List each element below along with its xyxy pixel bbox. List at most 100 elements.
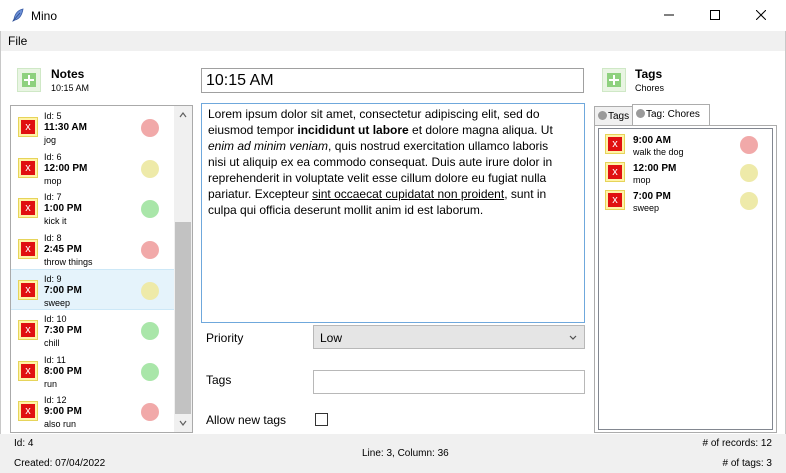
- delete-icon: x: [21, 120, 35, 134]
- note-text: also run: [44, 419, 77, 430]
- note-id: Id: 7: [44, 192, 62, 203]
- delete-note-button[interactable]: x: [605, 134, 625, 154]
- plus-icon: [22, 73, 36, 87]
- add-tag-button[interactable]: [602, 68, 626, 92]
- tag-note-time: 9:00 AM: [633, 135, 671, 146]
- chevron-down-icon: [569, 335, 577, 340]
- delete-icon: x: [21, 404, 35, 419]
- note-list-item[interactable]: x Id: 9 7:00 PM sweep: [11, 269, 174, 311]
- delete-note-button[interactable]: x: [605, 162, 625, 182]
- note-text: kick it: [44, 216, 67, 227]
- note-list-item[interactable]: x Id: 7 1:00 PM kick it: [11, 188, 174, 229]
- tag-note-item[interactable]: x 7:00 PM sweep: [599, 186, 772, 214]
- note-id: Id: 12: [44, 395, 67, 406]
- delete-note-button[interactable]: x: [18, 280, 38, 301]
- note-id: Id: 8: [44, 232, 62, 243]
- close-icon: [756, 10, 766, 20]
- tag-note-time: 12:00 PM: [633, 163, 677, 174]
- note-list-item[interactable]: x Id: 12 9:00 PM also run: [11, 391, 174, 432]
- feather-icon: [12, 8, 24, 22]
- tag-note-time: 7:00 PM: [633, 191, 671, 202]
- notes-scroll-thumb[interactable]: [175, 222, 191, 414]
- status-record-count: # of records: 12: [702, 438, 772, 449]
- delete-note-button[interactable]: x: [18, 320, 38, 340]
- tab-label: Tag: Chores: [646, 109, 700, 120]
- editor-text-segment: incididunt ut labore: [297, 123, 409, 137]
- allow-new-tags-label: Allow new tags: [206, 413, 287, 427]
- notes-scrollbar[interactable]: [174, 106, 192, 432]
- close-button[interactable]: [738, 0, 784, 31]
- tab-tag-chores[interactable]: Tag: Chores: [632, 104, 710, 126]
- priority-indicator-icon: [740, 136, 758, 154]
- note-id: Id: 10: [44, 314, 67, 324]
- delete-icon: x: [21, 201, 35, 216]
- notes-subtitle: 10:15 AM: [51, 83, 90, 93]
- tags-input[interactable]: [313, 370, 585, 394]
- tab-dot-icon: [636, 109, 645, 118]
- note-id: Id: 5: [44, 111, 62, 121]
- note-list-item[interactable]: x Id: 5 11:30 AM jog: [11, 107, 174, 148]
- delete-note-button[interactable]: x: [18, 198, 38, 219]
- tags-title: Tags: [635, 67, 663, 81]
- delete-note-button[interactable]: x: [18, 238, 38, 259]
- note-time: 12:00 PM: [44, 162, 88, 174]
- note-time: 2:45 PM: [44, 243, 82, 255]
- note-list-item[interactable]: x Id: 10 7:30 PM chill: [11, 310, 174, 351]
- delete-note-button[interactable]: x: [18, 157, 38, 178]
- priority-indicator-icon: [740, 164, 758, 182]
- delete-note-button[interactable]: x: [18, 117, 38, 137]
- note-list-item[interactable]: x Id: 6 12:00 PM mop: [11, 148, 174, 189]
- delete-note-button[interactable]: x: [18, 401, 38, 422]
- priority-indicator-icon: [141, 403, 159, 422]
- priority-indicator-icon: [141, 159, 159, 178]
- maximize-button[interactable]: [692, 0, 738, 31]
- menu-file[interactable]: File: [8, 34, 27, 48]
- note-id: Id: 11: [44, 354, 66, 365]
- note-time: 9:00 PM: [44, 406, 82, 418]
- note-body-text[interactable]: Lorem ipsum dolor sit amet, consectetur …: [208, 106, 568, 218]
- scroll-down-icon[interactable]: [179, 419, 187, 427]
- note-list-item[interactable]: x Id: 8 2:45 PM throw things: [11, 229, 174, 270]
- delete-icon: x: [21, 363, 35, 378]
- tag-note-text: mop: [633, 175, 651, 185]
- tag-note-item[interactable]: x 12:00 PM mop: [599, 158, 772, 186]
- notes-title: Notes: [51, 67, 85, 81]
- priority-indicator-icon: [141, 282, 159, 301]
- note-text: run: [44, 378, 58, 389]
- priority-select[interactable]: Low: [313, 325, 585, 349]
- note-text: chill: [44, 338, 60, 348]
- editor-text-segment: enim ad minim veniam: [208, 139, 329, 153]
- delete-icon: x: [608, 193, 622, 207]
- maximize-icon: [710, 10, 720, 20]
- priority-indicator-icon: [141, 240, 159, 259]
- note-editor[interactable]: Lorem ipsum dolor sit amet, consectetur …: [201, 103, 585, 323]
- note-time: 8:00 PM: [44, 365, 82, 377]
- editor-text-segment: et dolore magna aliqua. Ut: [408, 123, 553, 137]
- delete-note-button[interactable]: x: [605, 190, 625, 210]
- priority-indicator-icon: [141, 322, 159, 340]
- tag-notes-list[interactable]: x 9:00 AM walk the dog x 12:00 PM mop x 7:00 PM…: [598, 128, 773, 430]
- note-id: Id: 6: [44, 151, 62, 162]
- window-title: Mino: [31, 9, 58, 23]
- delete-icon: x: [21, 160, 35, 175]
- allow-new-tags-checkbox[interactable]: [315, 413, 328, 426]
- notes-list[interactable]: x Id: 5 11:30 AM jog x Id: 6 12:00 PM mop x Id: 7…: [10, 105, 193, 433]
- tag-note-item[interactable]: x 9:00 AM walk the dog: [599, 130, 772, 158]
- plus-icon: [607, 73, 621, 87]
- status-cursor-position: Line: 3, Column: 36: [362, 448, 449, 459]
- delete-note-button[interactable]: x: [18, 360, 38, 381]
- tab-tags[interactable]: Tags: [594, 106, 633, 126]
- note-list-item[interactable]: x Id: 11 8:00 PM run: [11, 351, 174, 392]
- tags-subtitle: Chores: [635, 83, 665, 93]
- minimize-icon: [664, 14, 674, 16]
- note-id: Id: 9: [44, 274, 62, 285]
- note-time: 11:30 AM: [44, 122, 87, 133]
- note-time: 7:30 PM: [44, 325, 82, 336]
- note-time: 1:00 PM: [44, 203, 82, 215]
- add-note-button[interactable]: [17, 68, 41, 92]
- priority-indicator-icon: [141, 362, 159, 381]
- minimize-button[interactable]: [646, 0, 692, 31]
- priority-indicator-icon: [141, 200, 159, 219]
- note-time-input[interactable]: [201, 68, 584, 93]
- scroll-up-icon[interactable]: [179, 111, 187, 119]
